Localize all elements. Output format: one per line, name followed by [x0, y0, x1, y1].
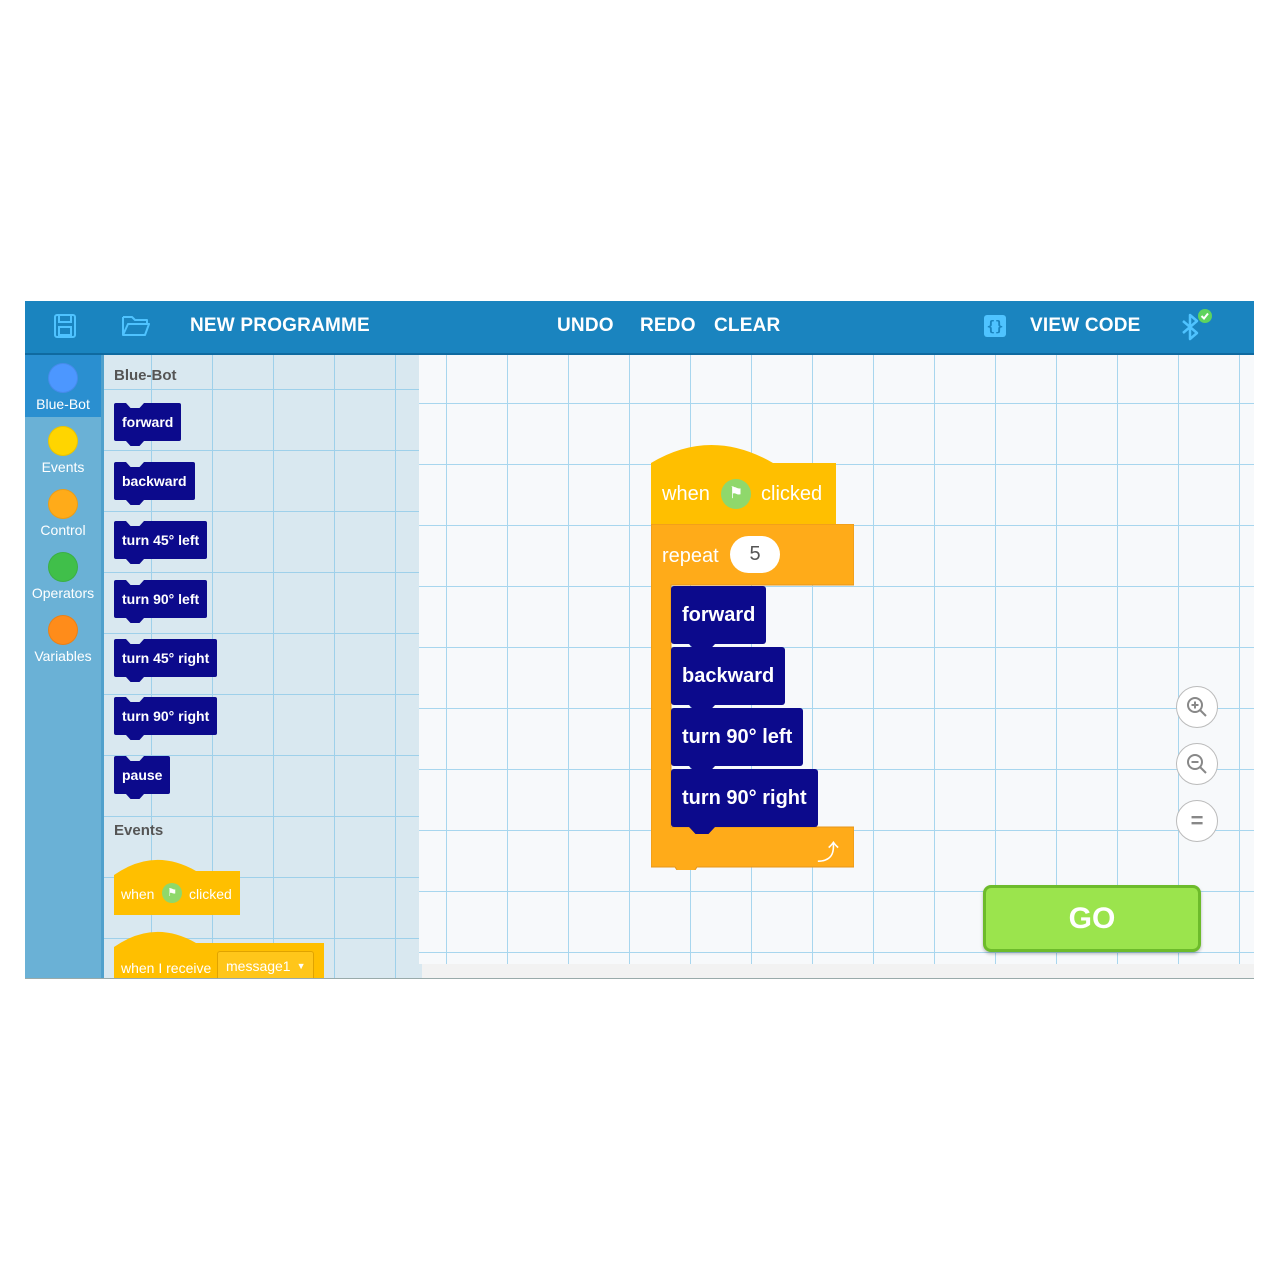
zoom-out-icon: [1187, 754, 1207, 774]
view-code-button[interactable]: VIEW CODE: [1030, 315, 1141, 337]
category-events[interactable]: Events: [25, 418, 101, 480]
when-label: when: [121, 886, 155, 902]
palette-block-turn-45-right[interactable]: turn 45° right: [114, 639, 218, 677]
message-value: message1: [226, 958, 291, 974]
palette-block-when-i-receive[interactable]: when I receive message1 ▼: [114, 929, 324, 978]
script-block-backward[interactable]: backward: [671, 647, 786, 705]
green-flag-icon: ⚑: [162, 883, 182, 903]
palette-block-pause[interactable]: pause: [114, 756, 171, 794]
clicked-label: clicked: [189, 886, 232, 902]
repeat-count-input[interactable]: 5: [730, 536, 780, 573]
palette-heading-blue-bot: Blue-Bot: [114, 367, 177, 384]
category-control[interactable]: Control: [25, 481, 101, 543]
category-variables[interactable]: Variables: [25, 607, 101, 669]
blue-bot-category-dot: [48, 363, 78, 393]
script-workspace[interactable]: when ⚑ clicked repeat 5 ⤴ forward backwa…: [419, 355, 1254, 964]
palette-block-when-flag-clicked[interactable]: when ⚑ clicked: [114, 857, 240, 915]
when-i-receive-label: when I receive: [121, 960, 212, 976]
zoom-out-button[interactable]: [1176, 743, 1218, 785]
green-flag-icon: ⚑: [721, 479, 751, 509]
script-block-forward[interactable]: forward: [671, 586, 767, 644]
bluetooth-connected-icon[interactable]: [1177, 307, 1213, 352]
palette-block-forward[interactable]: forward: [114, 403, 182, 441]
top-toolbar: NEW PROGRAMME UNDO REDO CLEAR {} VIEW CO…: [25, 301, 1254, 355]
message-dropdown[interactable]: message1 ▼: [217, 951, 314, 978]
programme-title[interactable]: NEW PROGRAMME: [190, 315, 370, 337]
when-label: when: [662, 483, 710, 505]
equals-icon: =: [1190, 808, 1204, 833]
palette-block-backward[interactable]: backward: [114, 462, 195, 500]
svg-text:{}: {}: [987, 319, 1004, 335]
zoom-in-button[interactable]: [1176, 686, 1218, 728]
undo-button[interactable]: UNDO: [557, 315, 614, 337]
go-button[interactable]: GO: [983, 885, 1201, 952]
palette-block-turn-90-right[interactable]: turn 90° right: [114, 697, 218, 735]
zoom-reset-button[interactable]: =: [1176, 800, 1218, 842]
category-label: Blue-Bot: [36, 396, 90, 412]
category-blue-bot[interactable]: Blue-Bot: [25, 355, 101, 417]
category-label: Events: [41, 459, 85, 475]
clear-button[interactable]: CLEAR: [714, 315, 780, 337]
category-label: Control: [40, 522, 86, 538]
blue-bot-app: NEW PROGRAMME UNDO REDO CLEAR {} VIEW CO…: [25, 301, 1254, 979]
script-block-when-flag-clicked[interactable]: when ⚑ clicked: [651, 441, 836, 525]
script-block-turn-90-right[interactable]: turn 90° right: [671, 769, 818, 827]
script-block-turn-90-left[interactable]: turn 90° left: [671, 708, 804, 766]
palette-heading-events: Events: [114, 822, 164, 839]
save-icon[interactable]: [53, 313, 77, 344]
category-label: Variables: [34, 648, 92, 664]
category-label: Operators: [31, 585, 95, 601]
code-braces-icon[interactable]: {}: [983, 314, 1007, 343]
block-palette[interactable]: Blue-Bot forward backward turn 45° left …: [101, 355, 422, 978]
loop-arrow-icon: ⤴: [817, 840, 840, 865]
clicked-label: clicked: [761, 483, 823, 505]
events-category-dot: [48, 426, 78, 456]
operators-category-dot: [48, 552, 78, 582]
redo-button[interactable]: REDO: [640, 315, 696, 337]
folder-open-icon[interactable]: [121, 313, 151, 344]
chevron-down-icon: ▼: [296, 961, 306, 971]
category-rail: Blue-Bot Events Control Operators Variab…: [25, 355, 101, 978]
repeat-label: repeat: [662, 545, 719, 567]
category-operators[interactable]: Operators: [25, 544, 101, 606]
zoom-in-icon: [1187, 697, 1207, 717]
palette-block-turn-45-left[interactable]: turn 45° left: [114, 521, 208, 559]
palette-block-turn-90-left[interactable]: turn 90° left: [114, 580, 208, 618]
control-category-dot: [48, 489, 78, 519]
variables-category-dot: [48, 615, 78, 645]
